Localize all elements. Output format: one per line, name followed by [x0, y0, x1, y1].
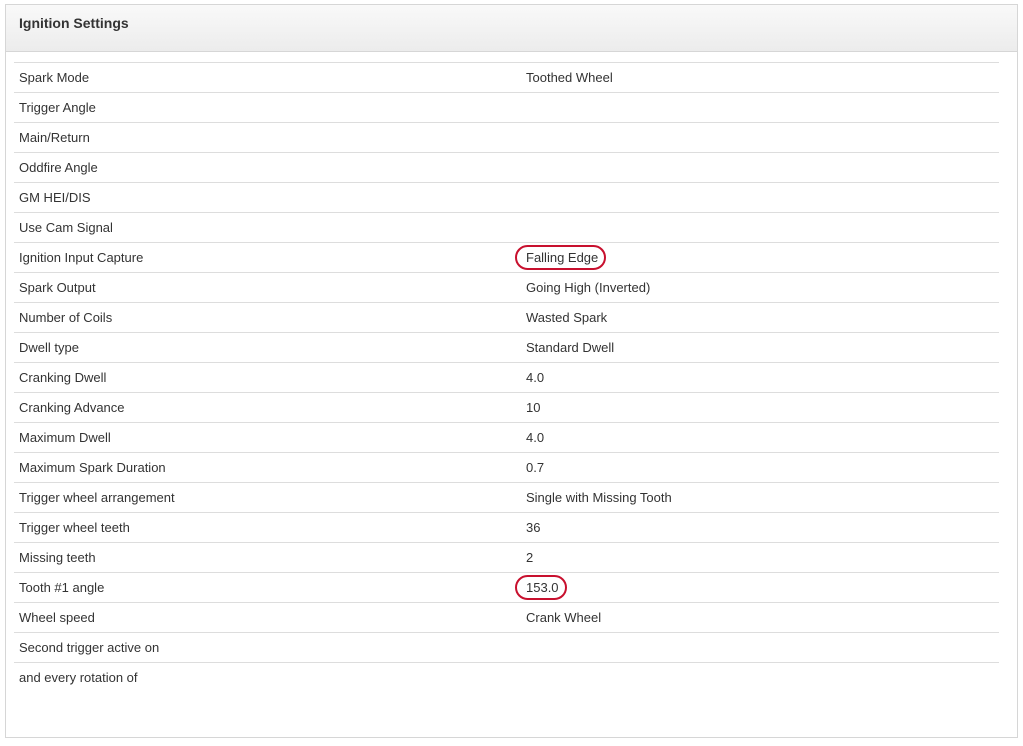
- table-row: Missing teeth 2: [14, 542, 999, 572]
- settings-table: Spark Mode Toothed Wheel Trigger Angle M…: [14, 62, 999, 692]
- panel-title: Ignition Settings: [19, 15, 129, 31]
- row-value: Falling Edge: [526, 250, 599, 265]
- row-value: 36: [526, 520, 541, 535]
- row-label: Spark Output: [19, 280, 96, 295]
- table-row: and every rotation of: [14, 662, 999, 692]
- row-label: Ignition Input Capture: [19, 250, 144, 265]
- row-value-circled: Falling Edge: [515, 243, 607, 272]
- circled-annotation: 153.0: [515, 573, 567, 602]
- row-value: Single with Missing Tooth: [526, 490, 672, 505]
- circled-annotation: Falling Edge: [515, 243, 607, 272]
- row-label: Use Cam Signal: [19, 220, 113, 235]
- row-value: Wasted Spark: [526, 310, 608, 325]
- row-value: 0.7: [526, 460, 545, 475]
- row-value: 4.0: [526, 370, 545, 385]
- row-value: 2: [526, 550, 534, 565]
- row-value: 153.0: [526, 580, 559, 595]
- row-label: Maximum Dwell: [19, 430, 111, 445]
- row-label: Trigger wheel teeth: [19, 520, 130, 535]
- panel-header: Ignition Settings: [6, 5, 1017, 52]
- row-value: 4.0: [526, 430, 545, 445]
- row-value: 10: [526, 400, 541, 415]
- row-label: Trigger wheel arrangement: [19, 490, 175, 505]
- table-row: Number of Coils Wasted Spark: [14, 302, 999, 332]
- table-row: Trigger wheel teeth 36: [14, 512, 999, 542]
- table-row: Cranking Dwell 4.0: [14, 362, 999, 392]
- table-row: Spark Output Going High (Inverted): [14, 272, 999, 302]
- table-row: Cranking Advance 10: [14, 392, 999, 422]
- table-row: Dwell type Standard Dwell: [14, 332, 999, 362]
- table-row: Trigger Angle: [14, 92, 999, 122]
- table-row: Trigger wheel arrangement Single with Mi…: [14, 482, 999, 512]
- row-label: Main/Return: [19, 130, 90, 145]
- row-label: GM HEI/DIS: [19, 190, 91, 205]
- row-value: Standard Dwell: [526, 340, 615, 355]
- row-label: Second trigger active on: [19, 640, 160, 655]
- table-row: Main/Return: [14, 122, 999, 152]
- table-row: Spark Mode Toothed Wheel: [14, 62, 999, 92]
- row-value: Crank Wheel: [526, 610, 602, 625]
- table-row: Use Cam Signal: [14, 212, 999, 242]
- row-label: Cranking Dwell: [19, 370, 107, 385]
- row-value: Toothed Wheel: [526, 70, 613, 85]
- row-label: Number of Coils: [19, 310, 113, 325]
- table-row: Tooth #1 angle 153.0: [14, 572, 999, 602]
- row-label: Maximum Spark Duration: [19, 460, 166, 475]
- table-row: Ignition Input Capture Falling Edge: [14, 242, 999, 272]
- table-row: Wheel speed Crank Wheel: [14, 602, 999, 632]
- row-label: Tooth #1 angle: [19, 580, 105, 595]
- row-label: Cranking Advance: [19, 400, 125, 415]
- table-row: Maximum Dwell 4.0: [14, 422, 999, 452]
- row-value: Going High (Inverted): [526, 280, 651, 295]
- table-row: Oddfire Angle: [14, 152, 999, 182]
- row-label: Missing teeth: [19, 550, 96, 565]
- row-value-circled: 153.0: [515, 573, 567, 602]
- table-row: GM HEI/DIS: [14, 182, 999, 212]
- row-label: Trigger Angle: [19, 100, 96, 115]
- row-label: Oddfire Angle: [19, 160, 98, 175]
- row-label: Spark Mode: [19, 70, 90, 85]
- row-label: Dwell type: [19, 340, 79, 355]
- table-row: Second trigger active on: [14, 632, 999, 662]
- table-row: Maximum Spark Duration 0.7: [14, 452, 999, 482]
- row-label: Wheel speed: [19, 610, 95, 625]
- row-label: and every rotation of: [19, 670, 138, 685]
